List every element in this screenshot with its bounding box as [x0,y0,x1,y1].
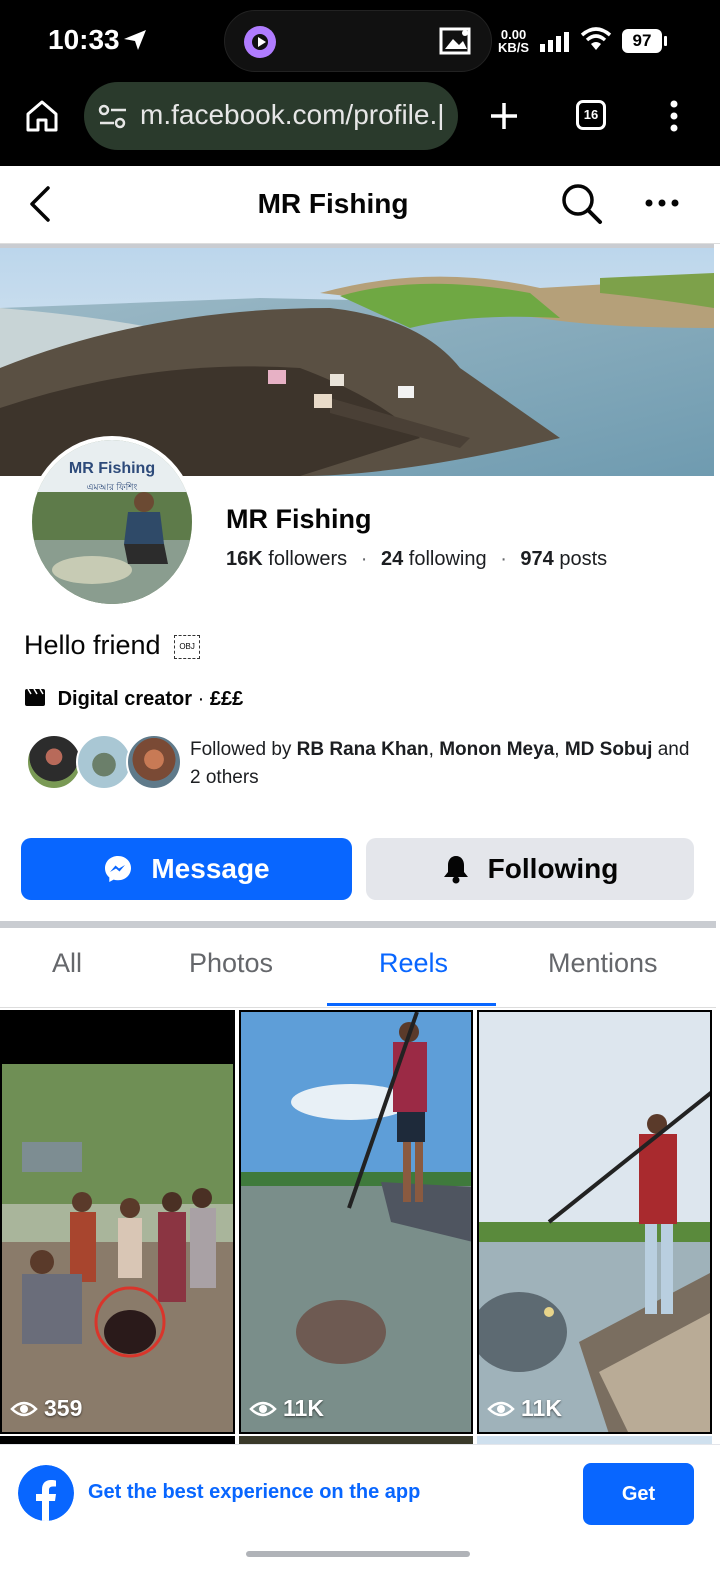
reel-thumbnail[interactable]: 11K [239,1010,473,1434]
reel-image [479,1012,710,1432]
message-button[interactable]: Message [21,838,352,900]
get-app-button[interactable]: Get [583,1463,694,1525]
next-reels-row [0,1436,716,1444]
bio-text: Hello friend [24,630,161,660]
mutual-follower-name[interactable]: Monon Meya [439,739,554,760]
stats-separator: · [360,548,368,570]
status-bar: 10:33 0.00 KB/S 97 [0,0,720,82]
stats-separator: · [500,548,507,570]
reel-view-count: 11K [283,1395,324,1421]
dynamic-island [224,10,492,72]
reel-image [241,1012,471,1432]
mutual-avatar-3[interactable] [126,734,182,790]
mutual-follower-name[interactable]: MD Sobuj [565,739,653,760]
site-settings-icon[interactable] [98,104,128,130]
signal-icon [540,32,569,52]
tab-all[interactable]: All [52,948,82,979]
object-replacement-glyph: OBJ [174,634,201,659]
mutual-avatar-2[interactable] [76,734,132,790]
category-extra: £££ [209,688,244,710]
search-icon[interactable] [560,182,604,226]
mutual-follower-name[interactable]: RB Rana Khan [297,739,429,760]
home-icon[interactable] [24,98,60,134]
browser-toolbar: m.facebook.com/profile.| 16 [0,82,720,166]
section-divider [0,921,716,928]
address-bar[interactable]: m.facebook.com/profile.| [84,82,458,150]
active-tab-indicator [327,1003,496,1006]
mutual-followers-avatars[interactable] [26,734,186,792]
facebook-logo-icon [18,1465,74,1521]
tab-mentions[interactable]: Mentions [548,948,658,979]
followers-label[interactable]: followers [268,548,347,570]
battery-indicator: 97 [622,29,667,53]
tab-switcher-button[interactable]: 16 [576,100,606,130]
app-logo-icon [244,26,276,58]
more-horizontal-icon[interactable] [644,196,680,210]
profile-category: Digital creator · £££ [24,687,243,711]
profile-stats: 16K followers · 24 following · 974 posts [226,548,607,571]
page-header: MR Fishing [0,166,720,244]
more-vertical-icon[interactable] [664,98,684,134]
reel-view-count: 359 [44,1395,83,1421]
reel-thumbnail[interactable]: 11K [477,1010,712,1434]
following-count[interactable]: 24 [381,548,403,570]
reel-thumbnail[interactable]: 359 [0,1010,235,1434]
wifi-icon [580,27,612,50]
tab-reels[interactable]: Reels [379,948,448,979]
profile-bio: Hello friend OBJ [24,630,201,661]
posts-count: 974 [520,548,554,570]
messenger-icon [105,856,132,882]
reel-image [2,1012,233,1432]
network-speed: 0.00 KB/S [498,28,529,54]
reel-views: 359 [10,1395,82,1422]
reel-views: 11K [249,1395,324,1422]
reel-view-count: 11K [521,1395,562,1421]
category-label: Digital creator [57,688,193,710]
clapperboard-icon [25,688,45,706]
profile-tabs: All Photos Reels Mentions [0,928,716,1008]
bell-icon [443,856,468,884]
tab-photos[interactable]: Photos [189,948,273,979]
category-separator: · [197,688,210,710]
url-text: m.facebook.com/profile.| [140,99,445,130]
following-button[interactable]: Following [366,838,694,900]
reel-views: 11K [487,1395,562,1422]
new-tab-icon[interactable] [488,100,520,132]
screenshot-gallery-icon [439,27,471,55]
message-button-label: Message [151,853,270,884]
followers-count[interactable]: 16K [226,548,263,570]
following-label[interactable]: following [409,548,487,570]
eye-icon [249,1401,277,1416]
banner-text: Get the best experience on the app [88,1481,421,1503]
profile-avatar[interactable]: MR Fishing এমআর ফিশিং [28,436,196,608]
posts-label: posts [559,548,608,570]
profile-name: MR Fishing [226,504,372,534]
navigation-arrow-icon [124,30,146,50]
network-speed-unit: KB/S [498,40,530,55]
followed-by-prefix: Followed by [190,739,292,760]
eye-icon [487,1401,515,1416]
eye-icon [10,1401,38,1416]
avatar-brand-text: MR Fishing [68,460,156,477]
avatar-brand-subtext: এমআর ফিশিং [86,482,138,492]
mutual-avatar-1[interactable] [26,734,82,790]
followed-by-text[interactable]: Followed by RB Rana Khan, Monon Meya, MD… [190,736,690,792]
status-time: 10:33 [48,24,120,55]
following-button-label: Following [487,853,619,884]
home-indicator[interactable] [246,1551,470,1557]
